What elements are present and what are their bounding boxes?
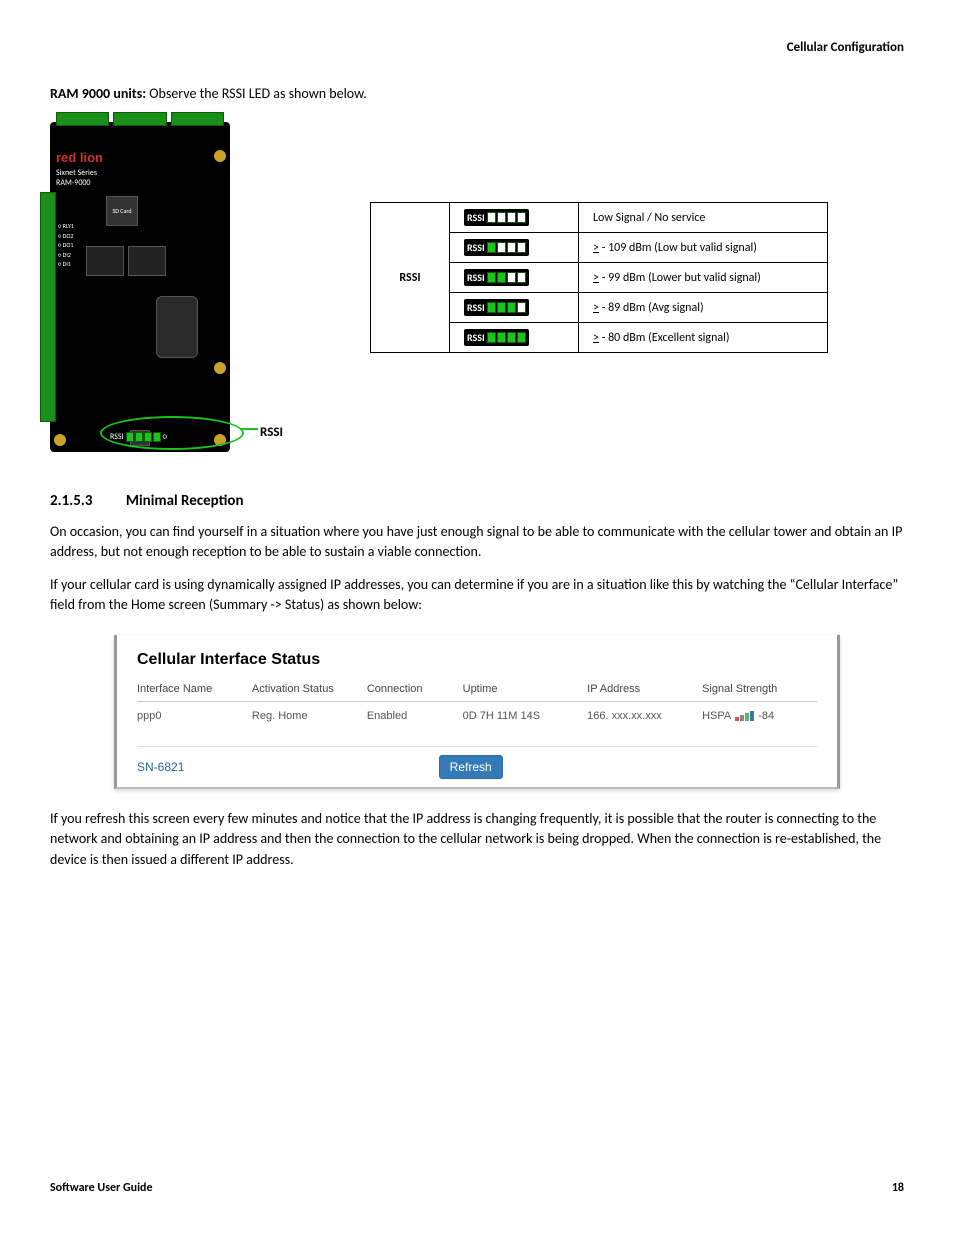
rssi-indicator-3: RSSI (450, 293, 579, 323)
intro-paragraph: RAM 9000 units: Observe the RSSI LED as … (50, 85, 904, 102)
rssi-led-strip: RSSI ○ (110, 432, 167, 442)
sma-connector-icon (54, 434, 66, 446)
sma-connector-icon (214, 434, 226, 446)
signal-bars-icon (735, 711, 754, 721)
device-figure: red lion Sixnet Series RAM-9000 SD Card … (50, 122, 310, 452)
intro-rest: Observe the RSSI LED as shown below. (146, 85, 367, 102)
panel-footer: SN-6821 Refresh (137, 746, 817, 779)
rssi-callout-label: RSSI (260, 425, 283, 440)
section-number: 2.1.5.3 (50, 492, 92, 510)
page-footer: Software User Guide 18 (50, 1181, 904, 1195)
val-iface: ppp0 (137, 710, 252, 722)
rssi-indicator-0: RSSI (450, 203, 579, 233)
rssi-desc-2: > - 99 dBm (Lower but valid signal) (579, 263, 828, 293)
sma-connector-icon (214, 362, 226, 374)
top-terminals (56, 112, 224, 126)
rssi-desc-3: > - 89 dBm (Avg signal) (579, 293, 828, 323)
io-status-labels: ○ RLY1 ○ DO2 ○ DO1 ○ DI2 ○ DI1 (58, 222, 74, 270)
figure-row: red lion Sixnet Series RAM-9000 SD Card … (50, 122, 904, 452)
rssi-desc-0: Low Signal / No service (579, 203, 828, 233)
col-uptime: Uptime (463, 683, 588, 695)
body-para-3: If you refresh this screen every few min… (50, 809, 904, 870)
rssi-desc-4: > - 80 dBm (Excellent signal) (579, 323, 828, 353)
section-title: Minimal Reception (126, 492, 244, 510)
rssi-indicator-4: RSSI (450, 323, 579, 353)
section-heading: 2.1.5.3 Minimal Reception (50, 492, 904, 510)
footer-right: 18 (892, 1181, 904, 1195)
rssi-row-header: RSSI (371, 203, 450, 353)
panel-header-row: Interface Name Activation Status Connect… (137, 683, 817, 702)
sd-card-slot: SD Card (106, 196, 138, 226)
col-conn: Connection (367, 683, 463, 695)
sma-connector-icon (214, 150, 226, 162)
panel-data-row: ppp0 Reg. Home Enabled 0D 7H 11M 14S 166… (137, 708, 817, 740)
refresh-button[interactable]: Refresh (439, 755, 503, 779)
col-iface: Interface Name (137, 683, 252, 695)
serial-number: SN-6821 (137, 760, 184, 774)
val-uptime: 0D 7H 11M 14S (463, 710, 588, 722)
serial-port (156, 296, 198, 358)
rssi-indicator-1: RSSI (450, 233, 579, 263)
left-terminals (40, 192, 56, 422)
page-header-right: Cellular Configuration (50, 40, 904, 55)
cellular-status-panel: Cellular Interface Status Interface Name… (114, 635, 840, 789)
rssi-annotation-line (240, 428, 258, 430)
val-conn: Enabled (367, 710, 463, 722)
eth-port-e1 (128, 246, 166, 276)
col-status: Activation Status (252, 683, 367, 695)
body-para-1: On occasion, you can find yourself in a … (50, 522, 904, 563)
ram9000-device: red lion Sixnet Series RAM-9000 SD Card … (50, 122, 230, 452)
panel-title: Cellular Interface Status (137, 651, 817, 669)
body-para-2: If your cellular card is using dynamical… (50, 575, 904, 616)
col-ip: IP Address (587, 683, 702, 695)
col-signal: Signal Strength (702, 683, 817, 695)
rssi-desc-1: > - 109 dBm (Low but valid signal) (579, 233, 828, 263)
brand-logo: red lion (56, 150, 224, 165)
rssi-signal-table: RSSI RSSI Low Signal / No service RSSI >… (370, 202, 828, 353)
series-label: Sixnet Series RAM-9000 (56, 169, 224, 188)
ethernet-ports (86, 246, 224, 276)
intro-bold: RAM 9000 units: (50, 85, 146, 102)
eth-port-e0 (86, 246, 124, 276)
val-status: Reg. Home (252, 710, 367, 722)
val-signal: HSPA -84 (702, 710, 817, 722)
val-ip: 166. xxx.xx.xxx (587, 710, 702, 722)
rssi-indicator-2: RSSI (450, 263, 579, 293)
footer-left: Software User Guide (50, 1181, 153, 1195)
